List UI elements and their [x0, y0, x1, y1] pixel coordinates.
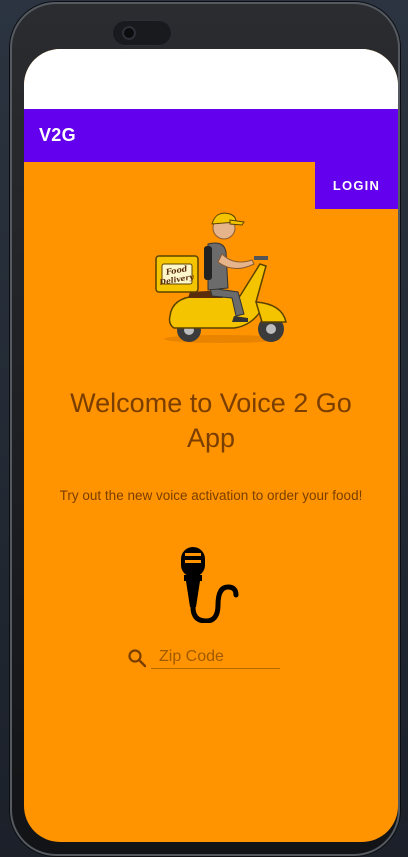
microphone-icon[interactable] — [172, 541, 242, 623]
app-title: V2G — [39, 125, 76, 145]
search-icon — [128, 649, 147, 668]
welcome-title: Welcome to Voice 2 Go App — [70, 388, 352, 453]
status-bar — [24, 49, 398, 109]
app-bar: V2G — [24, 109, 398, 162]
zip-search-row — [127, 646, 280, 672]
app-screen: V2G LOGIN Food Delivery Welcome to Voice… — [24, 49, 398, 842]
front-camera-housing — [112, 20, 172, 46]
food-delivery-scooter-icon: Food Delivery — [155, 212, 287, 343]
login-button[interactable]: LOGIN — [315, 161, 398, 209]
zip-code-input[interactable] — [151, 646, 280, 669]
subtitle-text: Try out the new voice activation to orde… — [59, 488, 363, 503]
camera-icon — [122, 26, 136, 40]
